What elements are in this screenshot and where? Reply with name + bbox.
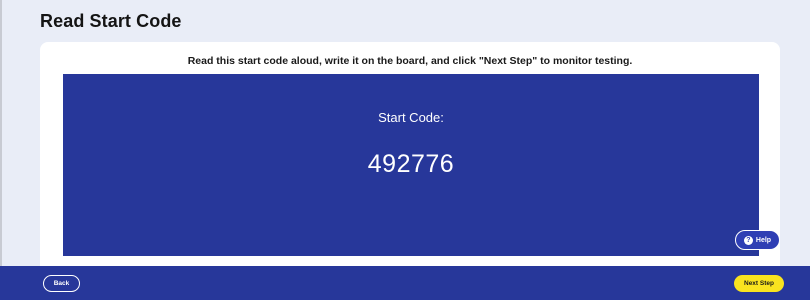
help-button[interactable]: ? Help (735, 230, 780, 250)
page-title: Read Start Code (40, 11, 182, 31)
next-step-button[interactable]: Next Step (734, 275, 784, 292)
footer-bar: Back Next Step (0, 266, 810, 300)
start-code-label: Start Code: (378, 110, 444, 125)
start-code-panel: Start Code: 492776 (63, 74, 759, 256)
help-button-label: Help (755, 236, 772, 244)
left-edge-divider (0, 0, 2, 266)
start-code-value: 492776 (367, 150, 455, 178)
question-circle-icon: ? (743, 235, 753, 245)
instruction-text: Read this start code aloud, write it on … (187, 55, 633, 67)
back-button[interactable]: Back (43, 275, 80, 292)
